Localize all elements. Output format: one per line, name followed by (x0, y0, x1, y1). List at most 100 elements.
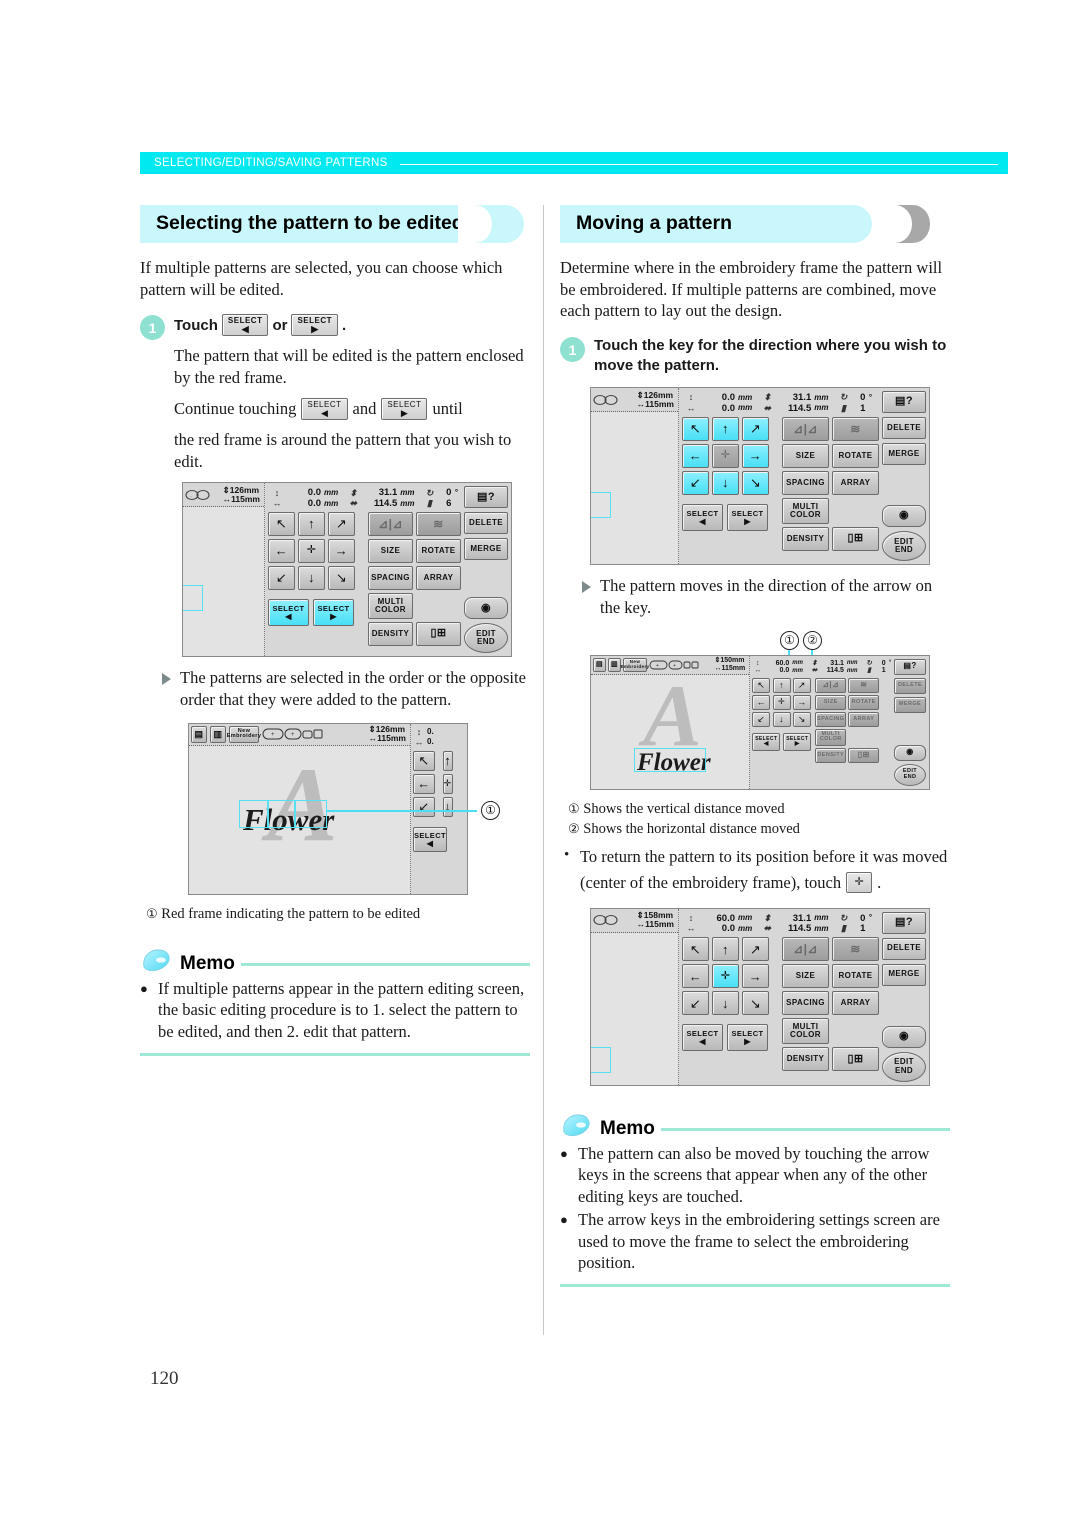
help-icon-button[interactable]: ▤? (464, 486, 508, 509)
move-up-left-button[interactable]: ↖ (682, 937, 709, 962)
spacing-button[interactable]: SPACING (782, 991, 829, 1016)
move-down-right-button[interactable]: ↘ (742, 470, 769, 495)
bobbin-icon-button[interactable]: ◉ (894, 744, 926, 761)
density-button[interactable]: DENSITY (782, 1047, 829, 1072)
move-right-button[interactable]: → (328, 539, 355, 564)
delete-button[interactable]: DELETE (894, 677, 926, 694)
move-down-right-button[interactable]: ↘ (328, 566, 355, 591)
multi-color-button[interactable]: MULTI COLOR (368, 593, 413, 620)
move-up-left-button[interactable]: ↖ (752, 677, 771, 693)
move-down-left-button[interactable]: ↙ (268, 566, 295, 591)
array-button[interactable]: ARRAY (416, 566, 461, 591)
rotate-button[interactable]: ROTATE (832, 443, 879, 468)
mirror-vertical-button[interactable]: ≋ (848, 677, 880, 693)
density-button[interactable]: DENSITY (815, 747, 847, 763)
move-down-left-button[interactable]: ↙ (413, 796, 435, 817)
mirror-horizontal-button[interactable]: ⊿|⊿ (815, 677, 847, 693)
machine-icon-button[interactable]: ▥ (210, 725, 226, 743)
merge-button[interactable]: MERGE (464, 538, 508, 561)
thread-palette-button[interactable]: ▯⊞ (848, 747, 880, 763)
array-button[interactable]: ARRAY (832, 470, 879, 495)
edit-end-button[interactable]: EDIT END (882, 1051, 926, 1082)
move-down-right-button[interactable]: ↘ (742, 991, 769, 1016)
move-down-left-button[interactable]: ↙ (682, 991, 709, 1016)
select-next-button[interactable]: SELECT ▶ (727, 1024, 768, 1052)
rotate-button[interactable]: ROTATE (416, 539, 461, 564)
bobbin-icon-button[interactable]: ◉ (882, 1025, 926, 1048)
move-center-button[interactable]: ✛ (442, 773, 453, 794)
hoop-size-selector-icon[interactable]: + + (262, 726, 324, 742)
move-up-button[interactable]: ↑ (442, 750, 453, 771)
document-icon-button[interactable]: ▤ (593, 657, 606, 672)
select-next-button[interactable]: SELECT ▶ (727, 503, 768, 531)
merge-button[interactable]: MERGE (882, 443, 926, 466)
rotate-button[interactable]: ROTATE (848, 694, 880, 710)
spacing-button[interactable]: SPACING (782, 470, 829, 495)
move-right-button[interactable]: → (742, 964, 769, 989)
document-icon-button[interactable]: ▤ (191, 725, 207, 743)
move-up-button[interactable]: ↑ (772, 677, 791, 693)
size-button[interactable]: SIZE (782, 443, 829, 468)
density-button[interactable]: DENSITY (368, 622, 413, 647)
multi-color-button[interactable]: MULTI COLOR (782, 497, 829, 524)
delete-button[interactable]: DELETE (882, 417, 926, 440)
select-previous-button[interactable]: SELECT ◀ (682, 1024, 723, 1052)
select-next-button[interactable]: SELECT ▶ (783, 732, 812, 751)
move-up-button[interactable]: ↑ (298, 512, 325, 537)
move-left-button[interactable]: ← (413, 773, 435, 794)
move-up-left-button[interactable]: ↖ (682, 416, 709, 441)
array-button[interactable]: ARRAY (848, 711, 880, 727)
move-up-right-button[interactable]: ↗ (328, 512, 355, 537)
array-button[interactable]: ARRAY (832, 991, 879, 1016)
mirror-horizontal-button[interactable]: ⊿|⊿ (782, 937, 829, 962)
help-icon-button[interactable]: ▤? (882, 391, 926, 414)
move-up-button[interactable]: ↑ (712, 416, 739, 441)
mirror-horizontal-button[interactable]: ⊿|⊿ (368, 512, 413, 537)
move-center-button[interactable]: ✛ (772, 694, 791, 710)
new-embroidery-button[interactable]: New Embroidery (621, 657, 649, 672)
move-left-button[interactable]: ← (752, 694, 771, 710)
select-previous-button[interactable]: SELECT ◀ (268, 599, 309, 627)
select-right-key-inline-2[interactable]: SELECT ▶ (381, 397, 428, 420)
move-right-button[interactable]: → (742, 443, 769, 468)
move-up-right-button[interactable]: ↗ (792, 677, 811, 693)
select-previous-button[interactable]: SELECT ◀ (413, 826, 447, 852)
hoop-size-selector-icon[interactable]: + + (649, 658, 699, 672)
spacing-button[interactable]: SPACING (815, 711, 847, 727)
mirror-vertical-button[interactable]: ≋ (416, 512, 461, 537)
move-up-right-button[interactable]: ↗ (742, 416, 769, 441)
delete-button[interactable]: DELETE (464, 512, 508, 535)
move-down-button[interactable]: ↓ (298, 566, 325, 591)
machine-icon-button[interactable]: ▥ (608, 657, 621, 672)
move-up-button[interactable]: ↑ (712, 937, 739, 962)
move-down-button[interactable]: ↓ (712, 991, 739, 1016)
move-down-left-button[interactable]: ↙ (752, 711, 771, 727)
thread-palette-button[interactable]: ▯⊞ (416, 622, 461, 647)
multi-color-button[interactable]: MULTI COLOR (815, 728, 847, 746)
select-next-button[interactable]: SELECT ▶ (313, 599, 354, 627)
select-left-key-inline-1[interactable]: SELECT ◀ (221, 314, 269, 337)
density-button[interactable]: DENSITY (782, 526, 829, 551)
move-down-button[interactable]: ↓ (442, 796, 453, 817)
move-up-left-button[interactable]: ↖ (268, 512, 295, 537)
move-center-button[interactable]: ✛ (712, 443, 739, 468)
move-left-button[interactable]: ← (682, 964, 709, 989)
move-up-right-button[interactable]: ↗ (742, 937, 769, 962)
move-center-button[interactable]: ✛ (712, 964, 739, 989)
help-icon-button[interactable]: ▤? (894, 658, 926, 675)
move-down-left-button[interactable]: ↙ (682, 470, 709, 495)
move-down-right-button[interactable]: ↘ (792, 711, 811, 727)
edit-end-button[interactable]: EDIT END (464, 623, 508, 654)
center-key-inline[interactable]: ✛ (846, 872, 873, 894)
bobbin-icon-button[interactable]: ◉ (464, 597, 508, 620)
size-button[interactable]: SIZE (782, 964, 829, 989)
select-previous-button[interactable]: SELECT ◀ (752, 732, 781, 751)
size-button[interactable]: SIZE (815, 694, 847, 710)
mirror-vertical-button[interactable]: ≋ (832, 416, 879, 441)
spacing-button[interactable]: SPACING (368, 566, 413, 591)
mirror-vertical-button[interactable]: ≋ (832, 937, 879, 962)
size-button[interactable]: SIZE (368, 539, 413, 564)
edit-end-button[interactable]: EDIT END (882, 531, 926, 562)
move-down-button[interactable]: ↓ (772, 711, 791, 727)
delete-button[interactable]: DELETE (882, 937, 926, 960)
